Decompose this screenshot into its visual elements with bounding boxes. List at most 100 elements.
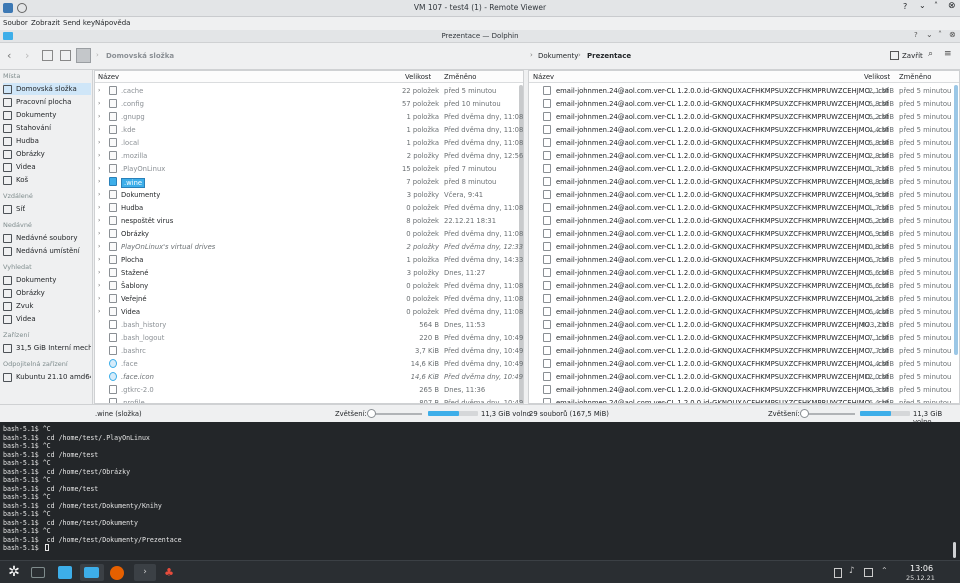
file-row[interactable]: email-johnmen.24@aol.com.ver-CL 1.2.0.0.… — [529, 136, 959, 149]
clock-time[interactable]: 13:06 — [910, 564, 933, 573]
left-zoom-handle[interactable] — [367, 409, 376, 418]
search-icon[interactable]: ⌕ — [928, 49, 933, 59]
details-view-icon[interactable] — [76, 48, 91, 63]
sidebar-item[interactable]: Obrázky — [3, 148, 91, 160]
menu-soubor[interactable]: Soubor — [3, 19, 28, 27]
column-size[interactable]: Velikost — [864, 73, 890, 81]
file-row[interactable]: › .mozilla 2 položky Před dvěma dny, 12:56 — [95, 149, 523, 162]
file-row[interactable]: email-johnmen.24@aol.com.ver-CL 1.2.0.0.… — [529, 344, 959, 357]
minimize-icon[interactable]: ⌄ — [926, 30, 933, 39]
discover-store-icon[interactable] — [58, 566, 72, 579]
hamburger-menu-icon[interactable]: ≡ — [944, 49, 952, 59]
right-breadcrumb-dokumenty[interactable]: Dokumenty — [538, 52, 578, 60]
close-window-icon[interactable]: ⊗ — [949, 30, 956, 39]
file-row[interactable]: › .cache 22 položek před 5 minutou — [95, 84, 523, 97]
menu-zobrazit[interactable]: Zobrazit — [31, 19, 60, 27]
file-row[interactable]: email-johnmen.24@aol.com.ver-CL 1.2.0.0.… — [529, 123, 959, 136]
sidebar-item[interactable]: Zvuk — [3, 300, 91, 312]
file-row[interactable]: email-johnmen.24@aol.com.ver-CL 1.2.0.0.… — [529, 162, 959, 175]
file-row[interactable]: › Veřejné 0 položek Před dvěma dny, 11:08 — [95, 292, 523, 305]
file-row[interactable]: › Šablony 0 položek Před dvěma dny, 11:08 — [95, 279, 523, 292]
back-icon[interactable]: ‹ — [7, 49, 11, 62]
minimize-icon[interactable]: ⌄ — [919, 1, 926, 10]
file-row[interactable]: email-johnmen.24@aol.com.ver-CL 1.2.0.0.… — [529, 253, 959, 266]
file-row[interactable]: › nespoštět virus 8 položek 22.12.21 18:31 — [95, 214, 523, 227]
file-row[interactable]: › Videa 0 položek Před dvěma dny, 11:08 — [95, 305, 523, 318]
file-row[interactable]: email-johnmen.24@aol.com.ver-CL 1.2.0.0.… — [529, 97, 959, 110]
firefox-icon[interactable] — [110, 566, 124, 580]
sidebar-item[interactable]: Kubuntu 21.10 amd64 — [3, 371, 91, 383]
sidebar-item[interactable]: Hudba — [3, 135, 91, 147]
file-row[interactable]: › .gnupg 1 položka Před dvěma dny, 11:08 — [95, 110, 523, 123]
expand-chevron-icon[interactable]: › — [98, 217, 100, 224]
expand-chevron-icon[interactable]: › — [98, 87, 100, 94]
file-row[interactable]: email-johnmen.24@aol.com.ver-CL 1.2.0.0.… — [529, 292, 959, 305]
volume-icon[interactable]: ♪ — [849, 566, 855, 576]
file-row[interactable]: .bash_logout 220 B Před dvěma dny, 10:49 — [95, 331, 523, 344]
expand-chevron-icon[interactable]: › — [98, 178, 100, 185]
expand-chevron-icon[interactable]: › — [98, 282, 100, 289]
sidebar-item[interactable]: Videa — [3, 313, 91, 325]
sidebar-item[interactable]: Stahování — [3, 122, 91, 134]
terminal-panel[interactable]: bash-5.1$ ^C bash-5.1$ cd /home/test/.Pla… — [0, 422, 960, 560]
expand-chevron-icon[interactable]: › — [98, 295, 100, 302]
network-tray-icon[interactable] — [864, 568, 873, 577]
expand-chevron-icon[interactable]: › — [98, 269, 100, 276]
right-breadcrumb-prezentace[interactable]: Prezentace — [587, 52, 631, 60]
file-row[interactable]: email-johnmen.24@aol.com.ver-CL 1.2.0.0.… — [529, 201, 959, 214]
expand-chevron-icon[interactable]: › — [98, 139, 100, 146]
system-settings-icon[interactable] — [31, 567, 45, 578]
file-row[interactable]: email-johnmen.24@aol.com.ver-CL 1.2.0.0.… — [529, 383, 959, 396]
sidebar-item[interactable]: Domovská složka — [3, 83, 91, 95]
file-row[interactable]: email-johnmen.24@aol.com.ver-CL 1.2.0.0.… — [529, 227, 959, 240]
file-row[interactable]: › Obrázky 0 položek Před dvěma dny, 11:08 — [95, 227, 523, 240]
file-row[interactable]: email-johnmen.24@aol.com.ver-CL 1.2.0.0.… — [529, 149, 959, 162]
close-window-icon[interactable]: ⊗ — [948, 1, 956, 11]
file-row[interactable]: email-johnmen.24@aol.com.ver-CL 1.2.0.0.… — [529, 357, 959, 370]
file-row[interactable]: email-johnmen.24@aol.com.ver-CL 1.2.0.0.… — [529, 266, 959, 279]
sidebar-item[interactable]: Síť — [3, 203, 91, 215]
close-split-button[interactable]: Zavřít — [902, 52, 923, 60]
file-row[interactable]: email-johnmen.24@aol.com.ver-CL 1.2.0.0.… — [529, 370, 959, 383]
sidebar-item[interactable]: Dokumenty — [3, 274, 91, 286]
menu-send-key[interactable]: Send key — [63, 19, 95, 27]
file-row[interactable]: email-johnmen.24@aol.com.ver-CL 1.2.0.0.… — [529, 318, 959, 331]
file-row[interactable]: › Dokumenty 3 položky Včera, 9:41 — [95, 188, 523, 201]
remote-viewer-task-icon[interactable]: ♣ — [160, 564, 178, 581]
file-row[interactable]: › Stažené 3 položky Dnes, 11:27 — [95, 266, 523, 279]
file-row[interactable]: › .config 57 položek před 10 minutou — [95, 97, 523, 110]
file-row[interactable]: email-johnmen.24@aol.com.ver-CL 1.2.0.0.… — [529, 84, 959, 97]
expand-chevron-icon[interactable]: › — [98, 243, 100, 250]
left-breadcrumb[interactable]: Domovská složka — [106, 52, 174, 60]
file-row[interactable]: email-johnmen.24@aol.com.ver-CL 1.2.0.0.… — [529, 305, 959, 318]
application-launcher-icon[interactable]: ✲ — [5, 564, 23, 581]
expand-chevron-icon[interactable]: › — [98, 191, 100, 198]
show-hidden-icons[interactable]: ⌃ — [881, 566, 888, 575]
expand-chevron-icon[interactable]: › — [98, 165, 100, 172]
file-row[interactable]: › Hudba 0 položek Před dvěma dny, 11:08 — [95, 201, 523, 214]
column-size[interactable]: Velikost — [405, 73, 431, 81]
sidebar-item[interactable]: Obrázky — [3, 287, 91, 299]
sidebar-item[interactable]: Dokumenty — [3, 109, 91, 121]
file-row[interactable]: › .local 1 položka Před dvěma dny, 11:08 — [95, 136, 523, 149]
file-row[interactable]: email-johnmen.24@aol.com.ver-CL 1.2.0.0.… — [529, 214, 959, 227]
sidebar-item[interactable]: Nedávné soubory — [3, 232, 91, 244]
file-row[interactable]: › .PlayOnLinux 15 položek před 7 minutou — [95, 162, 523, 175]
expand-chevron-icon[interactable]: › — [98, 100, 100, 107]
file-row[interactable]: › .wine 7 položek před 8 minutou — [95, 175, 523, 188]
column-name[interactable]: Název — [98, 73, 119, 81]
help-icon[interactable]: ? — [903, 2, 907, 11]
file-row[interactable]: .face.icon 14,6 KiB Před dvěma dny, 10:49 — [95, 370, 523, 383]
column-modified[interactable]: Změněno — [444, 73, 476, 81]
column-modified[interactable]: Změněno — [899, 73, 931, 81]
file-row[interactable]: .profile 807 B Před dvěma dny, 10:49 — [95, 396, 523, 403]
file-row[interactable]: email-johnmen.24@aol.com.ver-CL 1.2.0.0.… — [529, 279, 959, 292]
split-view-icon[interactable] — [890, 51, 899, 60]
clock-date[interactable]: 25.12.21 — [906, 574, 935, 582]
maximize-icon[interactable]: ˄ — [938, 30, 942, 39]
sidebar-item[interactable]: Pracovní plocha — [3, 96, 91, 108]
column-name[interactable]: Název — [533, 73, 554, 81]
expand-chevron-icon[interactable]: › — [98, 152, 100, 159]
file-row[interactable]: › Plocha 1 položka Před dvěma dny, 14:33 — [95, 253, 523, 266]
file-row[interactable]: .bash_history 564 B Dnes, 11:53 — [95, 318, 523, 331]
